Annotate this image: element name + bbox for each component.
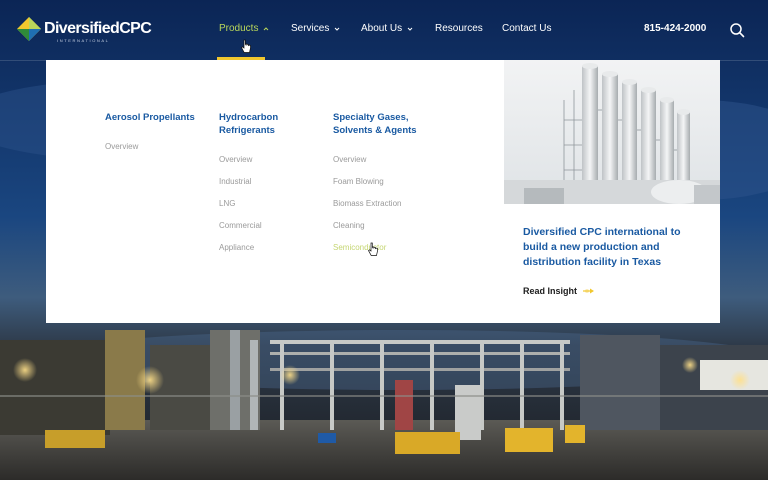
nav-item-label: About Us [361, 23, 403, 34]
menu-link-industrial[interactable]: Industrial [219, 177, 329, 199]
page: DiversifiedCPC INTERNATIONAL Products Se… [0, 0, 768, 480]
pointer-cursor-icon [368, 242, 378, 256]
nav-item-label: Resources [435, 23, 483, 34]
products-mega-menu: Aerosol Propellants Overview Hydrocarbon… [46, 60, 720, 323]
nav-item-contact-us[interactable]: Contact Us [502, 23, 551, 34]
nav-item-products[interactable]: Products [219, 23, 270, 34]
nav-item-resources[interactable]: Resources [435, 23, 483, 34]
logo-subtext: INTERNATIONAL [57, 38, 110, 43]
nav-item-about-us[interactable]: About Us [361, 23, 414, 34]
menu-column-title[interactable]: Hydrocarbon Refrigerants [219, 111, 329, 137]
chevron-down-icon [335, 27, 340, 31]
menu-column-title[interactable]: Specialty Gases, Solvents & Agents [333, 111, 443, 137]
menu-link-biomass-extraction[interactable]: Biomass Extraction [333, 199, 443, 221]
menu-link-semiconductor[interactable]: Semiconductor [333, 243, 443, 265]
feature-headline[interactable]: Diversified CPC international to build a… [523, 225, 703, 270]
menu-column-title[interactable]: Aerosol Propellants [105, 111, 215, 124]
chevron-down-icon [407, 27, 413, 31]
logo-diamond-icon [17, 17, 41, 41]
menu-link-foam-blowing[interactable]: Foam Blowing [333, 177, 443, 199]
menu-column-aerosol: Aerosol Propellants Overview [105, 111, 215, 164]
menu-column-specialty: Specialty Gases, Solvents & Agents Overv… [333, 111, 443, 265]
feature-image[interactable] [504, 60, 720, 204]
menu-link-lng[interactable]: LNG [219, 199, 329, 221]
nav-item-label: Services [291, 23, 330, 34]
arrow-right-icon [583, 288, 595, 294]
site-header: DiversifiedCPC INTERNATIONAL Products Se… [0, 0, 768, 61]
menu-column-hydrocarbon: Hydrocarbon Refrigerants Overview Indust… [219, 111, 329, 265]
brand-logo[interactable]: DiversifiedCPC INTERNATIONAL [17, 17, 152, 43]
logo-text: DiversifiedCPC [44, 20, 152, 37]
menu-link-overview[interactable]: Overview [219, 155, 329, 177]
pointer-cursor-icon [241, 39, 251, 53]
nav-item-label: Contact Us [502, 23, 552, 34]
nav-item-services[interactable]: Services [291, 23, 341, 34]
read-insight-label: Read Insight [523, 286, 578, 296]
menu-link-commercial[interactable]: Commercial [219, 221, 329, 243]
search-icon[interactable] [729, 22, 745, 38]
menu-link-overview[interactable]: Overview [333, 155, 443, 177]
menu-link-overview[interactable]: Overview [105, 142, 215, 164]
chevron-up-icon [264, 26, 269, 30]
read-insight-link[interactable]: Read Insight [523, 286, 595, 296]
nav-item-label: Products [219, 23, 259, 34]
menu-link-cleaning[interactable]: Cleaning [333, 221, 443, 243]
menu-link-appliance[interactable]: Appliance [219, 243, 329, 265]
phone-number[interactable]: 815-424-2000 [644, 23, 706, 34]
